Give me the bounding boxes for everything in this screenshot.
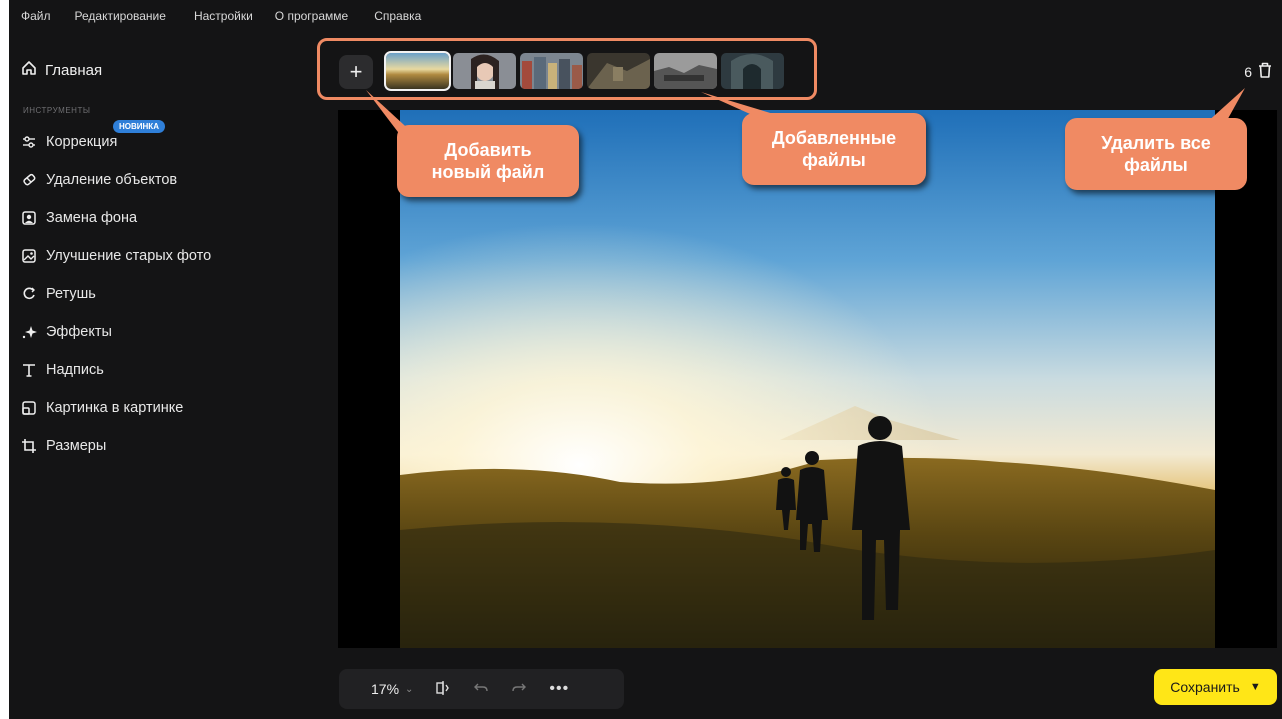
more-options-button[interactable]: •••	[549, 680, 569, 698]
picture-in-picture-icon	[21, 400, 37, 416]
sidebar-item-picture-in-picture[interactable]: Картинка в картинке	[21, 400, 183, 416]
chevron-down-icon: ▼	[1249, 681, 1261, 693]
photo-editor-window: Файл Редактирование Настройки О программ…	[9, 0, 1282, 719]
sidebar-item-label: Улучшение старых фото	[46, 248, 212, 264]
callout-added-files: Добавленные файлы	[742, 113, 926, 185]
sidebar-item-object-removal[interactable]: Удаление объектов	[21, 172, 177, 188]
callout-text: Добавить новый файл	[431, 140, 545, 182]
sidebar-item-label: Главная	[45, 61, 103, 79]
chevron-down-icon: ⌄	[405, 683, 414, 695]
file-thumbnail[interactable]	[520, 53, 583, 89]
save-label: Сохранить	[1170, 679, 1240, 695]
sidebar-item-label: Удаление объектов	[46, 172, 178, 188]
file-thumbnail[interactable]	[453, 53, 516, 89]
sliders-icon	[21, 134, 37, 150]
callout-delete-all: Удалить все файлы	[1065, 118, 1247, 190]
sidebar-item-effects[interactable]: Эффекты	[21, 324, 112, 340]
sidebar-item-retouch[interactable]: Ретушь	[21, 286, 96, 302]
sidebar-item-home[interactable]: Главная	[21, 60, 102, 80]
callout-text: Удалить все файлы	[1101, 133, 1211, 175]
compare-icon	[435, 680, 451, 699]
file-thumbnail[interactable]	[654, 53, 717, 89]
trash-icon	[1258, 62, 1272, 81]
compare-button[interactable]	[435, 680, 451, 699]
add-file-button[interactable]: +	[339, 55, 373, 89]
save-button[interactable]: Сохранить ▼	[1154, 669, 1277, 705]
photo-enhance-icon	[21, 248, 37, 264]
sidebar-item-old-photo-enhance[interactable]: Улучшение старых фото	[21, 248, 211, 264]
text-icon	[21, 362, 37, 378]
redo-icon	[511, 680, 527, 699]
eraser-icon	[21, 172, 37, 188]
menu-edit[interactable]: Редактирование	[75, 9, 166, 23]
sidebar-item-background-replace[interactable]: Замена фона	[21, 210, 137, 226]
crop-icon	[21, 438, 37, 454]
retouch-icon	[21, 286, 37, 302]
file-thumbnail[interactable]	[721, 53, 784, 89]
sidebar-item-resize[interactable]: Размеры	[21, 438, 106, 454]
home-icon	[21, 60, 37, 80]
menu-bar: Файл Редактирование Настройки О программ…	[9, 0, 1282, 32]
portrait-icon	[21, 210, 37, 226]
menu-about[interactable]: О программе	[275, 9, 348, 23]
sidebar-item-label: Размеры	[46, 438, 107, 454]
new-badge: НОВИНКА	[113, 120, 165, 133]
plus-icon: +	[349, 59, 363, 84]
sidebar-item-label: Картинка в картинке	[46, 400, 184, 416]
tools-section-label: ИНСТРУМЕНТЫ	[23, 106, 91, 115]
menu-settings[interactable]: Настройки	[194, 9, 253, 23]
sidebar-item-text[interactable]: Надпись	[21, 362, 104, 378]
zoom-dropdown[interactable]: 17% ⌄	[371, 681, 413, 697]
sidebar-item-label: Надпись	[46, 362, 104, 378]
callout-add-file-pointer	[366, 90, 416, 136]
zoom-level: 17%	[371, 681, 400, 697]
file-thumbnail[interactable]	[587, 53, 650, 89]
redo-button[interactable]	[511, 680, 527, 699]
sparkle-icon	[21, 324, 37, 340]
undo-button[interactable]	[473, 680, 489, 699]
sidebar-item-label: Коррекция	[46, 134, 118, 150]
sidebar-item-label: Ретушь	[46, 286, 96, 302]
delete-all-files-button[interactable]: 6	[1244, 62, 1272, 81]
menu-file[interactable]: Файл	[21, 9, 51, 23]
callout-delete-all-pointer	[1205, 88, 1245, 124]
bottom-toolbar: 17% ⌄ •••	[339, 669, 624, 709]
sidebar-item-correction[interactable]: Коррекция	[21, 134, 117, 150]
sidebar-item-label: Эффекты	[46, 324, 112, 340]
callout-text: Добавленные файлы	[771, 128, 897, 170]
callout-add-file: Добавить новый файл	[397, 125, 579, 197]
callout-added-files-pointer	[701, 92, 787, 118]
more-icon: •••	[549, 680, 570, 697]
menu-help[interactable]: Справка	[374, 9, 421, 23]
sidebar: Главная ИНСТРУМЕНТЫ НОВИНКА Коррекция Уд…	[9, 32, 339, 719]
undo-icon	[473, 680, 489, 699]
file-count: 6	[1244, 63, 1252, 80]
file-thumbnail[interactable]	[384, 51, 451, 91]
sidebar-item-label: Замена фона	[46, 210, 138, 226]
